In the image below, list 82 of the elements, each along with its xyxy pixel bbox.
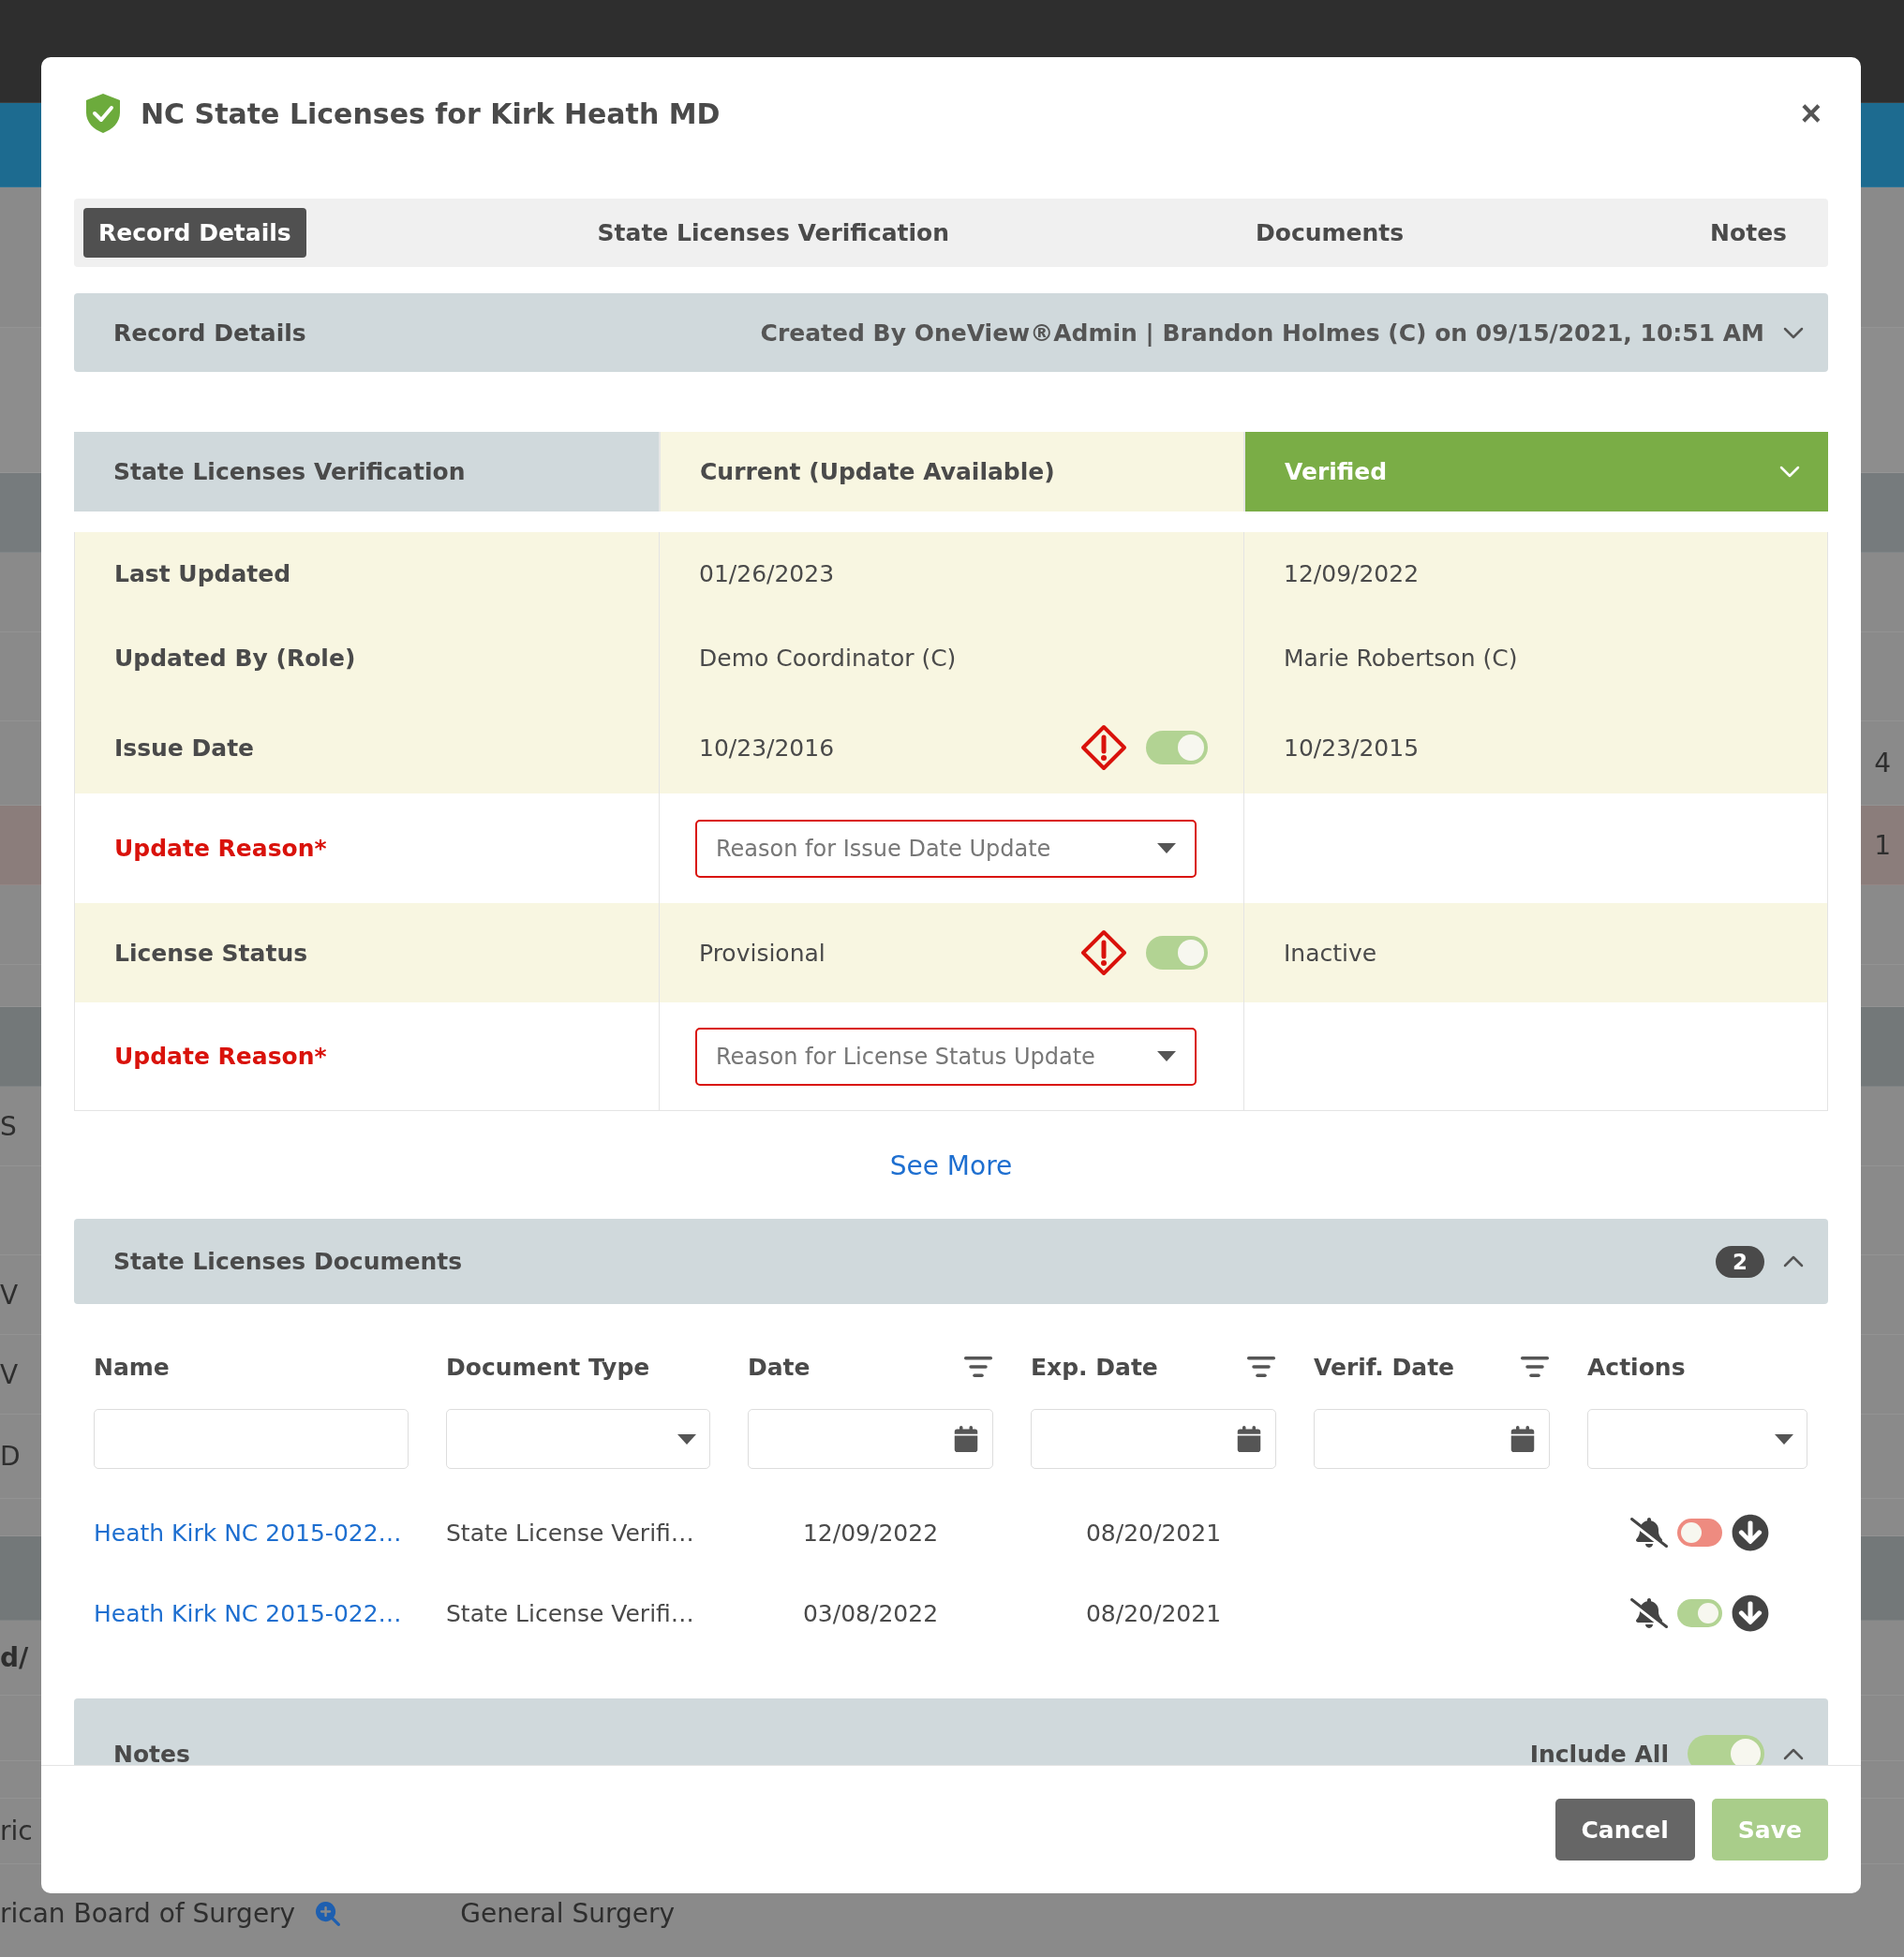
column-header: Date xyxy=(748,1353,811,1381)
column-header: State Licenses Verification xyxy=(74,432,659,511)
column-header: Document Type xyxy=(446,1353,650,1381)
column-header: Current (Update Available) xyxy=(659,432,1243,511)
column-header: Actions xyxy=(1587,1353,1686,1381)
toggle-switch[interactable] xyxy=(1688,1735,1764,1765)
document-link[interactable]: Heath Kirk NC 2015-022… xyxy=(94,1599,402,1627)
count-badge: 2 xyxy=(1716,1245,1764,1278)
document-link[interactable]: Heath Kirk NC 2015-022… xyxy=(94,1519,402,1547)
field-label: License Status xyxy=(114,939,308,967)
chevron-up-icon[interactable] xyxy=(1783,1255,1804,1268)
verified-value: 12/09/2022 xyxy=(1284,559,1420,587)
toggle-switch[interactable] xyxy=(1146,936,1208,970)
background-text: ric xyxy=(0,1816,34,1846)
notes-bar[interactable]: Notes Include All xyxy=(74,1698,1828,1765)
background-text: D xyxy=(0,1441,22,1472)
calendar-icon xyxy=(953,1426,979,1452)
background-text: 4 xyxy=(1874,748,1892,778)
name-filter-field[interactable] xyxy=(94,1409,409,1469)
toggle-switch[interactable] xyxy=(1677,1599,1722,1627)
date-filter-field[interactable] xyxy=(1314,1409,1550,1469)
cancel-button[interactable]: Cancel xyxy=(1554,1799,1695,1861)
date-filter-field[interactable] xyxy=(1031,1409,1276,1469)
date-filter-field[interactable] xyxy=(748,1409,993,1469)
background-text: 1 xyxy=(1874,829,1892,861)
warning-icon xyxy=(1080,724,1127,771)
current-value: 01/26/2023 xyxy=(699,559,835,587)
table-cell: State License Verifi… xyxy=(446,1599,694,1627)
field-label: Last Updated xyxy=(114,559,291,587)
field-label: Issue Date xyxy=(114,734,255,762)
field-label: Update Reason* xyxy=(114,1043,327,1070)
background-text: d/ xyxy=(0,1642,30,1673)
caret-icon xyxy=(677,1433,696,1445)
background-text: General Surgery xyxy=(460,1898,677,1929)
background-text: V xyxy=(0,1279,20,1311)
caret-icon xyxy=(1157,1051,1176,1061)
current-value: Demo Coordinator (C) xyxy=(699,645,957,672)
tab[interactable]: Record Details xyxy=(83,208,306,258)
verified-value: Inactive xyxy=(1284,939,1377,967)
record-details-bar[interactable]: Record Details Created By OneView®Admin | Brandon Holmes (C) on 09/15/2021, 10:51 AM xyxy=(74,293,1828,372)
warning-icon xyxy=(1080,929,1127,976)
background-text: rican Board of Surgery xyxy=(0,1898,297,1929)
column-header: Verif. Date xyxy=(1314,1353,1455,1381)
documents-bar[interactable]: State Licenses Documents 2 xyxy=(74,1219,1828,1304)
caret-icon xyxy=(1157,843,1176,853)
toggle-switch[interactable] xyxy=(1677,1519,1722,1547)
update-reason-dropdown[interactable]: Reason for License Status Update xyxy=(695,1027,1197,1086)
table-cell: 08/20/2021 xyxy=(1085,1519,1222,1547)
column-header: Name xyxy=(94,1353,170,1381)
table-cell: 12/09/2022 xyxy=(802,1519,939,1547)
section-title: Record Details xyxy=(113,319,306,347)
see-more-link[interactable]: See More xyxy=(889,1150,1013,1181)
tab[interactable]: Notes xyxy=(1695,208,1802,258)
background-text: S xyxy=(0,1110,18,1142)
include-all-label: Include All xyxy=(1529,1740,1669,1765)
section-title: Notes xyxy=(113,1739,190,1765)
table-cell: 08/20/2021 xyxy=(1085,1599,1222,1627)
caret-icon xyxy=(1775,1433,1793,1445)
calendar-icon xyxy=(1236,1426,1262,1452)
created-by-text: Created By OneView®Admin | Brandon Holmes (C) on 09/15/2021, 10:51 AM xyxy=(760,319,1764,347)
background-text: V xyxy=(0,1358,20,1390)
modal-title: NC State Licenses for Kirk Heath MD xyxy=(141,96,721,130)
toggle-switch[interactable] xyxy=(1146,731,1208,764)
table-cell: 03/08/2022 xyxy=(802,1599,939,1627)
verified-value: 10/23/2015 xyxy=(1284,734,1420,762)
tab[interactable]: State Licenses Verification xyxy=(582,208,965,258)
chevron-up-icon[interactable] xyxy=(1783,1747,1804,1760)
current-value: 10/23/2016 xyxy=(699,734,835,762)
calendar-icon xyxy=(1510,1426,1536,1452)
tab[interactable]: Documents xyxy=(1241,208,1420,258)
field-label: Updated By (Role) xyxy=(114,645,356,672)
current-value: Provisional xyxy=(699,939,826,967)
close-button[interactable]: × xyxy=(1794,96,1827,131)
download-icon[interactable] xyxy=(1732,1514,1769,1551)
verified-value: Marie Robertson (C) xyxy=(1284,645,1518,672)
field-label: Update Reason* xyxy=(114,835,327,862)
chevron-down-icon[interactable] xyxy=(1783,326,1804,339)
section-title: State Licenses Documents xyxy=(113,1248,463,1275)
update-reason-dropdown[interactable]: Reason for Issue Date Update xyxy=(695,819,1197,878)
download-icon[interactable] xyxy=(1732,1594,1769,1632)
column-header: Exp. Date xyxy=(1031,1353,1158,1381)
table-cell: State License Verifi… xyxy=(446,1519,694,1547)
